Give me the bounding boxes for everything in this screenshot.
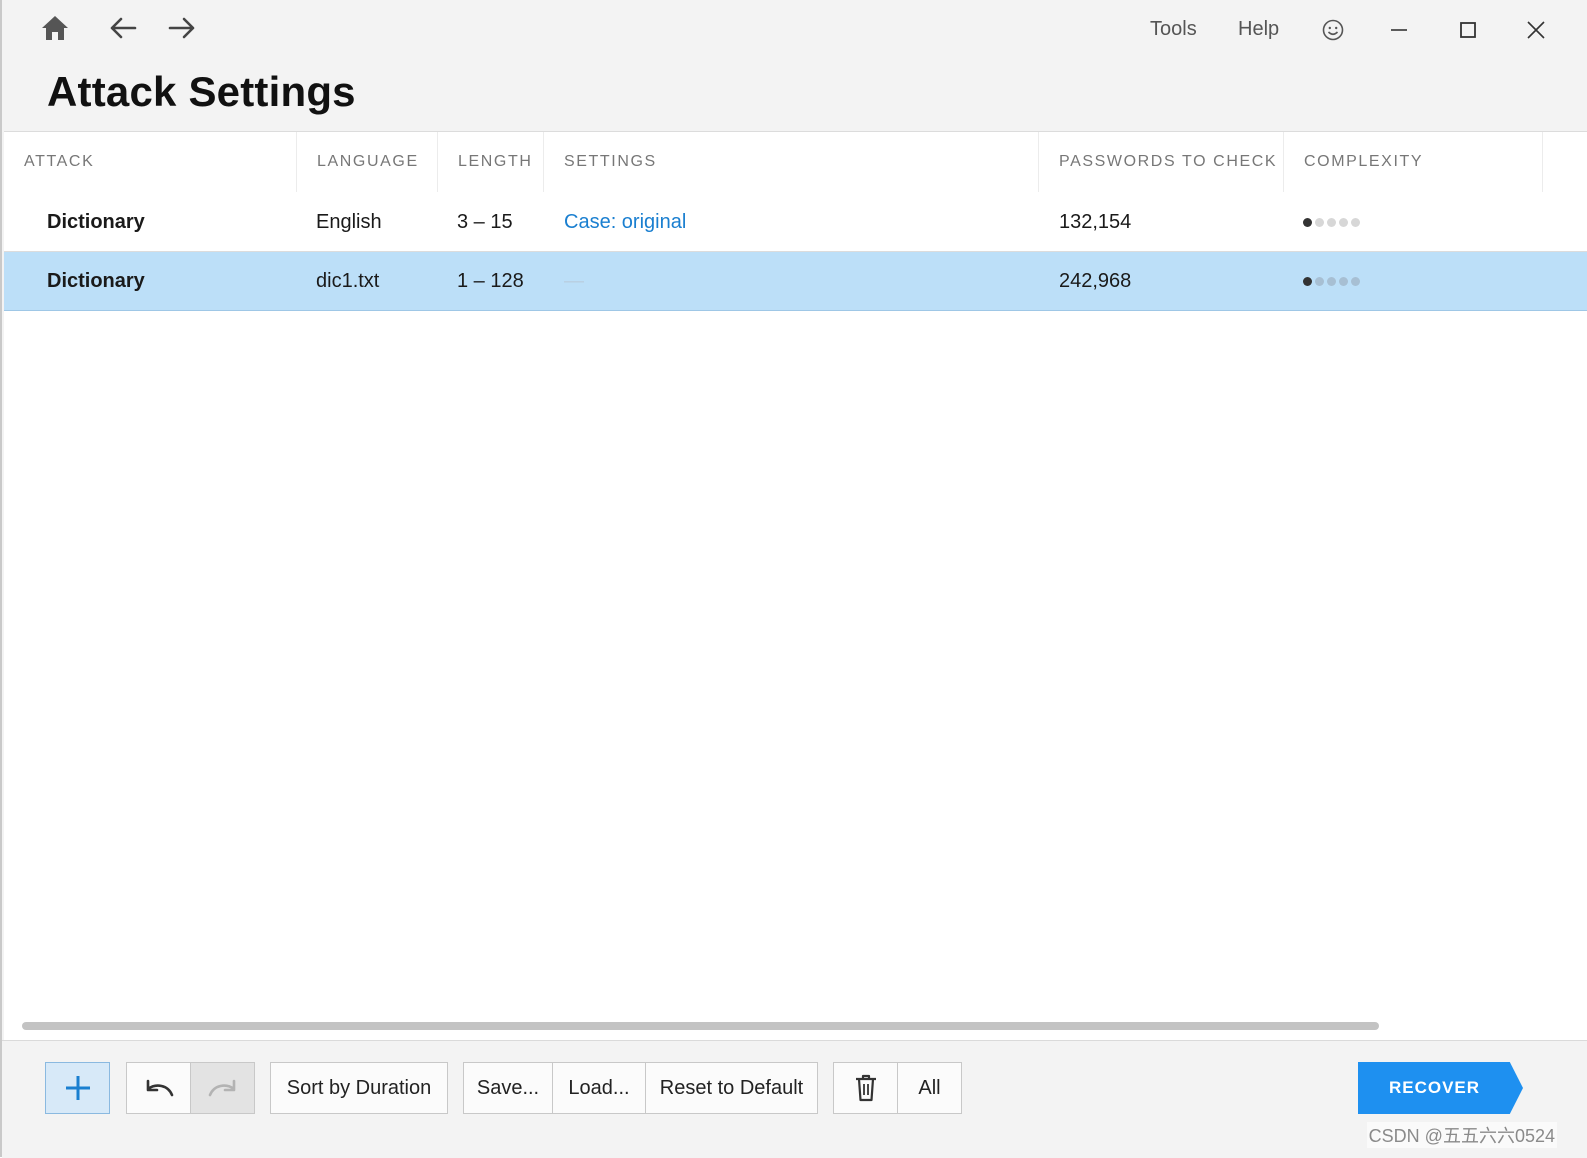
attacks-table: ATTACK LANGUAGE LENGTH SETTINGS PASSWORD… <box>4 131 1587 1040</box>
cell-length: 3 – 15 <box>457 210 513 233</box>
page-title: Attack Settings <box>47 68 356 115</box>
cell-attack: Dictionary <box>47 210 145 233</box>
maximize-icon[interactable] <box>1448 10 1488 50</box>
redo-button[interactable] <box>190 1062 255 1114</box>
complexity-indicator <box>1303 252 1360 310</box>
complexity-dot-empty <box>1351 276 1360 286</box>
complexity-dot-empty <box>1315 276 1324 286</box>
table-row-selected[interactable]: Dictionary dic1.txt 1 – 128 — 242,968 <box>4 252 1587 311</box>
arrow-left-icon[interactable] <box>105 10 141 46</box>
undo-icon <box>146 1079 173 1097</box>
complexity-dot-filled <box>1303 276 1312 286</box>
complexity-dot-empty <box>1339 217 1348 227</box>
delete-all-button[interactable]: All <box>897 1062 962 1114</box>
column-header-attack[interactable]: ATTACK <box>4 132 297 192</box>
complexity-dot-empty <box>1339 276 1348 286</box>
table-header: ATTACK LANGUAGE LENGTH SETTINGS PASSWORD… <box>4 132 1587 192</box>
trash-icon <box>855 1074 876 1102</box>
reset-to-default-button[interactable]: Reset to Default <box>645 1062 818 1114</box>
recover-button[interactable]: RECOVER <box>1358 1062 1523 1114</box>
complexity-indicator <box>1303 193 1360 251</box>
sort-by-duration-button[interactable]: Sort by Duration <box>270 1062 448 1114</box>
watermark: CSDN @五五六六0524 <box>1366 1122 1557 1148</box>
redo-icon <box>208 1079 235 1097</box>
delete-button[interactable] <box>833 1062 898 1114</box>
complexity-dot-empty <box>1327 276 1336 286</box>
cell-length: 1 – 128 <box>457 269 524 292</box>
save-button[interactable]: Save... <box>463 1062 553 1114</box>
bottom-toolbar: Sort by Duration Save... Load... Reset t… <box>2 1040 1587 1158</box>
column-header-language[interactable]: LANGUAGE <box>297 132 438 192</box>
load-button[interactable]: Load... <box>552 1062 646 1114</box>
smiley-icon[interactable] <box>1313 10 1353 50</box>
cell-language: dic1.txt <box>316 269 380 292</box>
cell-settings: — <box>564 269 584 292</box>
menu-help[interactable]: Help <box>1238 18 1279 41</box>
table-row[interactable]: Dictionary English 3 – 15 Case: original… <box>4 193 1587 252</box>
cell-passwords: 132,154 <box>1059 210 1132 233</box>
app-window: Tools Help Attack Settings ATTACK LANGUA… <box>0 0 1587 1158</box>
menu-tools[interactable]: Tools <box>1150 18 1197 41</box>
close-icon[interactable] <box>1516 10 1556 50</box>
arrow-right-icon[interactable] <box>164 10 200 46</box>
cell-passwords: 242,968 <box>1059 269 1132 292</box>
undo-button[interactable] <box>126 1062 191 1114</box>
complexity-dot-empty <box>1315 217 1324 227</box>
column-header-length[interactable]: LENGTH <box>438 132 544 192</box>
complexity-dot-empty <box>1327 217 1336 227</box>
column-header-complexity[interactable]: COMPLEXITY <box>1284 132 1543 192</box>
add-attack-button[interactable] <box>45 1062 110 1114</box>
cell-language: English <box>316 210 382 233</box>
cell-settings-link[interactable]: Case: original <box>564 193 686 251</box>
complexity-dot-filled <box>1303 217 1312 227</box>
complexity-dot-empty <box>1351 217 1360 227</box>
plus-icon <box>65 1076 90 1100</box>
home-icon[interactable] <box>37 10 73 46</box>
minimize-icon[interactable] <box>1379 10 1419 50</box>
cell-attack: Dictionary <box>47 269 145 292</box>
title-bar: Tools Help <box>2 0 1587 60</box>
column-header-settings[interactable]: SETTINGS <box>544 132 1039 192</box>
column-header-passwords[interactable]: PASSWORDS TO CHECK <box>1039 132 1284 192</box>
horizontal-scrollbar[interactable] <box>22 1022 1379 1030</box>
